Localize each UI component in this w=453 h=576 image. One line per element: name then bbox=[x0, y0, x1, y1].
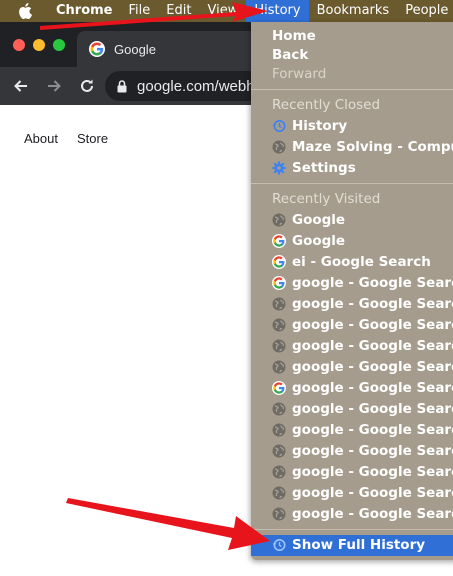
minimize-window-button[interactable] bbox=[33, 39, 45, 51]
menu-separator bbox=[251, 89, 453, 90]
forward-arrow-icon[interactable] bbox=[46, 78, 62, 94]
globe-icon bbox=[272, 402, 286, 416]
history-item[interactable]: Settings bbox=[251, 158, 453, 179]
history-item[interactable]: Google bbox=[251, 210, 453, 231]
globe-icon bbox=[272, 486, 286, 500]
menu-item-back[interactable]: Back bbox=[251, 45, 453, 66]
history-item[interactable]: google - Google Search bbox=[251, 273, 453, 294]
history-item[interactable]: ei - Google Search bbox=[251, 252, 453, 273]
history-item[interactable]: Maze Solving - Computer bbox=[251, 137, 453, 158]
history-item[interactable]: google - Google Search bbox=[251, 462, 453, 483]
globe-icon bbox=[272, 444, 286, 458]
menu-item-show-full-history[interactable]: Show Full History bbox=[251, 535, 453, 556]
menu-bookmarks[interactable]: Bookmarks bbox=[309, 0, 398, 22]
menu-item-forward: Forward bbox=[272, 66, 327, 82]
history-item[interactable]: google - Google Search bbox=[251, 336, 453, 357]
menu-file[interactable]: File bbox=[121, 0, 159, 22]
history-item[interactable]: google - Google Search bbox=[251, 315, 453, 336]
menu-separator bbox=[251, 529, 453, 530]
menu-separator bbox=[251, 183, 453, 184]
globe-icon bbox=[272, 360, 286, 374]
google-g-icon bbox=[272, 234, 286, 248]
history-item[interactable]: google - Google Search bbox=[251, 504, 453, 525]
url-text: google.com/webh bbox=[137, 77, 255, 95]
menu-history[interactable]: History bbox=[246, 0, 309, 22]
history-item[interactable]: google - Google Search bbox=[251, 294, 453, 315]
menu-item-home[interactable]: Home bbox=[251, 26, 453, 47]
history-item[interactable]: google - Google Search bbox=[251, 399, 453, 420]
history-item[interactable]: google - Google Search bbox=[251, 357, 453, 378]
close-window-button[interactable] bbox=[13, 39, 25, 51]
store-link[interactable]: Store bbox=[77, 131, 108, 146]
globe-icon bbox=[272, 423, 286, 437]
globe-icon bbox=[272, 339, 286, 353]
history-item[interactable]: google - Google Search bbox=[251, 420, 453, 441]
globe-icon bbox=[272, 465, 286, 479]
macos-menu-bar: Chrome File Edit View History Bookmarks … bbox=[0, 0, 453, 22]
globe-icon bbox=[272, 140, 286, 154]
menu-chrome[interactable]: Chrome bbox=[48, 0, 121, 22]
globe-icon bbox=[272, 507, 286, 521]
lock-icon[interactable] bbox=[117, 79, 127, 93]
history-item[interactable]: Google bbox=[251, 231, 453, 252]
history-clock-icon bbox=[272, 538, 286, 552]
history-item[interactable]: google - Google Search bbox=[251, 483, 453, 504]
tab-google[interactable]: Google bbox=[77, 31, 267, 67]
history-item[interactable]: google - Google Search bbox=[251, 378, 453, 399]
history-item[interactable]: History bbox=[251, 116, 453, 137]
globe-icon bbox=[272, 213, 286, 227]
menu-view[interactable]: View bbox=[199, 0, 246, 22]
menu-people[interactable]: People bbox=[397, 0, 453, 22]
history-clock-icon bbox=[272, 119, 286, 133]
globe-icon bbox=[272, 297, 286, 311]
menu-edit[interactable]: Edit bbox=[158, 0, 199, 22]
recently-closed-header: Recently Closed bbox=[272, 97, 381, 113]
history-menu: Home Back Forward Recently Closed Histor… bbox=[251, 22, 453, 560]
google-g-icon bbox=[272, 276, 286, 290]
gear-icon bbox=[272, 161, 286, 175]
google-g-icon bbox=[272, 255, 286, 269]
reload-icon[interactable] bbox=[79, 78, 95, 94]
zoom-window-button[interactable] bbox=[53, 39, 65, 51]
google-g-icon bbox=[89, 41, 105, 57]
google-g-icon bbox=[272, 381, 286, 395]
recently-visited-header: Recently Visited bbox=[272, 191, 381, 207]
globe-icon bbox=[272, 318, 286, 332]
back-arrow-icon[interactable] bbox=[13, 78, 29, 94]
about-link[interactable]: About bbox=[24, 131, 58, 146]
apple-logo-icon[interactable] bbox=[18, 3, 32, 19]
tab-title: Google bbox=[114, 41, 156, 57]
history-item[interactable]: google - Google Search bbox=[251, 441, 453, 462]
